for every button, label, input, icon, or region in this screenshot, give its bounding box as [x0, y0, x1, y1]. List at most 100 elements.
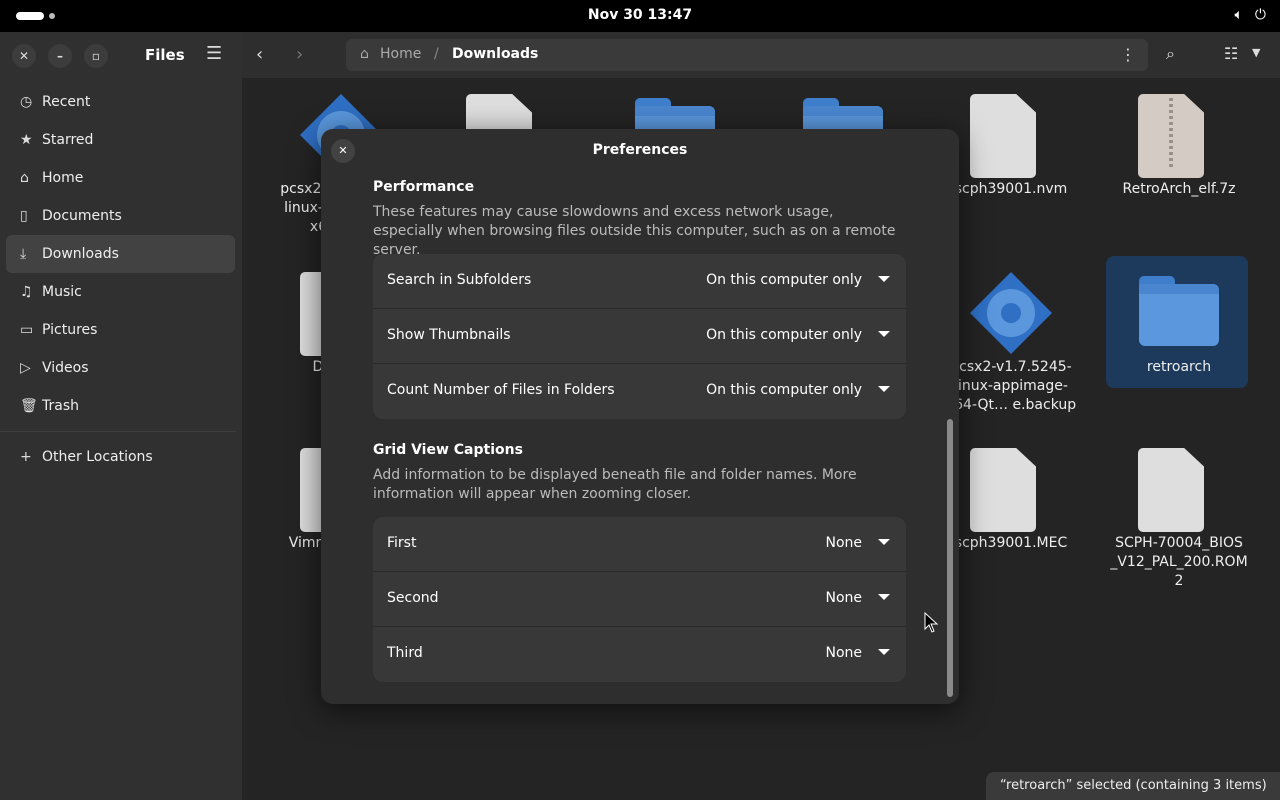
document-icon — [1138, 448, 1204, 532]
pref-row-show-thumbnails[interactable]: Show Thumbnails On this computer only — [373, 309, 906, 364]
path-menu-icon[interactable]: ⋮ — [1120, 45, 1136, 64]
sidebar-item-label: Documents — [42, 208, 122, 224]
document-icon: ▯ — [20, 208, 28, 224]
maximize-button[interactable]: ▫ — [84, 44, 108, 68]
file-name: scph39001.nvm — [954, 181, 1068, 197]
close-window-button[interactable]: ✕ — [12, 44, 36, 68]
archive-icon — [1138, 94, 1204, 178]
dropdown-arrow-icon[interactable] — [878, 276, 890, 282]
status-bar: “retroarch” selected (containing 3 items… — [986, 772, 1280, 800]
sidebar-item-trash[interactable]: 🗑︎ Trash — [6, 387, 235, 425]
captions-title: Grid View Captions — [373, 442, 523, 458]
window-controls: ✕ – ▫ — [12, 44, 108, 68]
dropdown-arrow-icon[interactable] — [878, 539, 890, 545]
performance-description: These features may cause slowdowns and e… — [373, 204, 896, 258]
app-title: Files — [145, 46, 185, 64]
pref-row-second[interactable]: Second None — [373, 572, 906, 627]
pref-row-label: Third — [387, 645, 423, 661]
sidebar-item-music[interactable]: ♫ Music — [6, 273, 235, 311]
pref-dropdown-value[interactable]: On this computer only — [706, 327, 862, 343]
breadcrumb-current[interactable]: Downloads — [452, 46, 538, 62]
header-bar: ‹ › ⌂ Home / Downloads ⋮ ⌕ ☷ ▼ — [242, 32, 1280, 78]
home-icon: ⌂ — [360, 46, 369, 62]
dialog-title: Preferences — [592, 142, 688, 158]
pref-row-label: Show Thumbnails — [387, 327, 511, 343]
clock[interactable]: Nov 30 13:47 — [588, 7, 692, 23]
hamburger-menu-icon[interactable]: ☰ — [206, 43, 222, 64]
dialog-body: Performance These features may cause slo… — [373, 175, 906, 704]
clock-icon: ◷ — [20, 94, 33, 110]
sidebar-item-label: Downloads — [42, 246, 119, 262]
file-item[interactable]: RetroArch_elf.7z — [1106, 84, 1252, 199]
star-icon: ★ — [20, 132, 33, 148]
forward-arrow-icon[interactable]: › — [296, 44, 303, 65]
pref-dropdown-value[interactable]: On this computer only — [706, 382, 862, 398]
view-options-dropdown-icon[interactable]: ▼ — [1252, 46, 1260, 59]
captions-description: Add information to be displayed beneath … — [373, 467, 857, 502]
sidebar-item-starred[interactable]: ★ Starred — [6, 121, 235, 159]
minimize-button[interactable]: – — [48, 44, 72, 68]
trash-icon: 🗑︎ — [20, 398, 38, 414]
captions-list: First None Second None Third None — [373, 517, 906, 682]
pref-dropdown-value[interactable]: None — [825, 590, 862, 606]
sidebar-item-label: Trash — [42, 398, 79, 414]
pref-row-count-number-of-files-in-folders[interactable]: Count Number of Files in Folders On this … — [373, 364, 906, 419]
file-name: SCPH-70004_BIOS _V12_PAL_200.ROM 2 — [1110, 535, 1248, 589]
top-bar: Nov 30 13:47 🔈︎ ⏻ — [0, 0, 1280, 32]
sidebar-item-label: Home — [42, 170, 84, 186]
sidebar-item-recent[interactable]: ◷ Recent — [6, 83, 235, 121]
path-bar[interactable]: ⌂ Home / Downloads ⋮ — [346, 39, 1148, 71]
breadcrumb-home[interactable]: Home — [380, 46, 421, 62]
back-arrow-icon[interactable]: ‹ — [256, 44, 263, 65]
system-tray[interactable]: 🔈︎ ⏻ — [1235, 7, 1266, 23]
sidebar-nav: ◷ Recent ★ Starred ⌂ Home ▯ Documents ⤓ Downloads… — [0, 83, 236, 476]
performance-list: Search in Subfolders On this computer onl… — [373, 254, 906, 419]
home-icon: ⌂ — [20, 170, 29, 186]
pref-row-label: First — [387, 535, 417, 551]
dropdown-arrow-icon[interactable] — [878, 386, 890, 392]
pref-row-first[interactable]: First None — [373, 517, 906, 572]
file-name: pcsx2-v1.7.5245- linux-appimage- x64-Qt…… — [945, 359, 1077, 413]
file-item[interactable]: scph39001.MEC — [938, 438, 1084, 553]
speaker-icon[interactable]: 🔈︎ — [1235, 7, 1243, 23]
scrollbar-thumb[interactable] — [947, 419, 953, 697]
pref-dropdown-value[interactable]: None — [825, 645, 862, 661]
pref-row-search-in-subfolders[interactable]: Search in Subfolders On this computer onl… — [373, 254, 906, 309]
sidebar-item-pictures[interactable]: ▭ Pictures — [6, 311, 235, 349]
file-item[interactable]: pcsx2-v1.7.5245- linux-appimage- x64-Qt…… — [938, 262, 1084, 415]
folder-item[interactable]: retroarch — [1106, 256, 1252, 388]
pref-row-third[interactable]: Third None — [373, 627, 906, 682]
sidebar-item-home[interactable]: ⌂ Home — [6, 159, 235, 197]
activities-button[interactable] — [16, 12, 44, 20]
list-view-icon[interactable]: ☷ — [1224, 44, 1238, 63]
search-icon[interactable]: ⌕ — [1166, 44, 1175, 64]
file-item[interactable]: SCPH-70004_BIOS _V12_PAL_200.ROM 2 — [1106, 438, 1252, 591]
sidebar-separator — [0, 431, 236, 432]
power-icon[interactable]: ⏻ — [1255, 7, 1266, 23]
sidebar-item-documents[interactable]: ▯ Documents — [6, 197, 235, 235]
dialog-header: ✕ Preferences — [321, 129, 959, 175]
gear-icon — [970, 272, 1052, 354]
dropdown-arrow-icon[interactable] — [878, 331, 890, 337]
dropdown-arrow-icon[interactable] — [878, 594, 890, 600]
dialog-close-button[interactable]: ✕ — [331, 139, 355, 163]
picture-icon: ▭ — [20, 322, 34, 338]
performance-title: Performance — [373, 179, 475, 195]
workspace-indicator[interactable] — [49, 13, 55, 19]
file-item[interactable]: scph39001.nvm — [938, 84, 1084, 199]
dropdown-arrow-icon[interactable] — [878, 649, 890, 655]
mouse-cursor-icon — [924, 612, 939, 633]
pref-dropdown-value[interactable]: None — [825, 535, 862, 551]
sidebar-item-other-locations[interactable]: + Other Locations — [6, 438, 235, 476]
pref-dropdown-value[interactable]: On this computer only — [706, 272, 862, 288]
preferences-dialog: ✕ Preferences Performance These features… — [321, 129, 959, 704]
sidebar-item-label: Other Locations — [42, 449, 153, 465]
dialog-scrollbar[interactable] — [945, 179, 953, 699]
download-icon: ⤓ — [20, 246, 27, 262]
sidebar-item-downloads[interactable]: ⤓ Downloads — [6, 235, 235, 273]
document-icon — [970, 448, 1036, 532]
sidebar-item-videos[interactable]: ▷ Videos — [6, 349, 235, 387]
sidebar-item-label: Music — [42, 284, 82, 300]
document-icon — [970, 94, 1036, 178]
folder-icon — [1139, 276, 1219, 346]
